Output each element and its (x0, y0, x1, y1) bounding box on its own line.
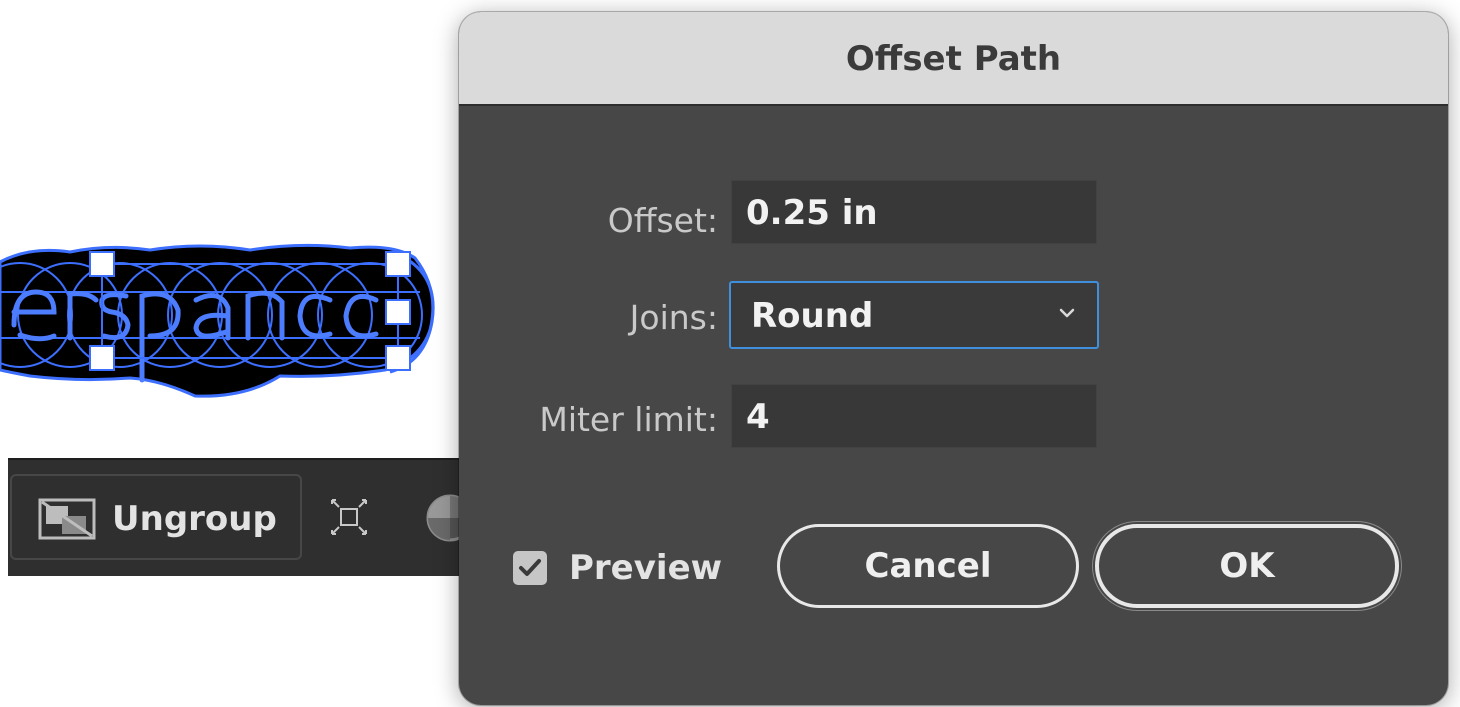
miter-limit-input[interactable]: 4 (731, 384, 1097, 448)
offset-input[interactable]: 0.25 in (731, 180, 1097, 244)
screen: Ungroup Offset Path Offset: 0.25 in Join… (0, 0, 1460, 707)
miter-limit-value: 4 (746, 397, 770, 437)
checkbox-checked[interactable] (513, 551, 547, 585)
offset-value: 0.25 in (746, 193, 878, 233)
selection-handle-top-left (89, 251, 115, 277)
chevron-down-icon (1059, 308, 1075, 318)
checkmark-icon (519, 559, 541, 576)
selection-handle-top-right (385, 251, 411, 277)
selection-handle-middle-right (385, 299, 411, 325)
preview-checkbox[interactable]: Preview (513, 546, 723, 592)
contextual-task-bar: Ungroup (8, 458, 478, 576)
dialog-title: Offset Path (845, 39, 1062, 79)
ok-button[interactable]: OK (1095, 524, 1399, 608)
selection-handle-bottom-right (385, 345, 411, 371)
offset-path-dialog: Offset Path Offset: 0.25 in Joins: Round… (459, 12, 1448, 705)
joins-value: Round (751, 296, 874, 336)
ungroup-icon (38, 498, 96, 540)
miter-limit-label: Miter limit: (539, 400, 718, 439)
dialog-titlebar[interactable]: Offset Path (459, 12, 1448, 106)
joins-label: Joins: (629, 298, 718, 337)
transform-icon[interactable] (330, 498, 368, 536)
selected-artwork[interactable] (0, 230, 460, 410)
selection-handle-bottom-left (89, 345, 115, 371)
joins-select[interactable]: Round (729, 281, 1099, 349)
ungroup-button[interactable]: Ungroup (10, 474, 302, 560)
cancel-button[interactable]: Cancel (777, 524, 1079, 608)
ungroup-label: Ungroup (112, 499, 277, 539)
preview-label: Preview (569, 548, 723, 588)
offset-label: Offset: (607, 201, 718, 240)
